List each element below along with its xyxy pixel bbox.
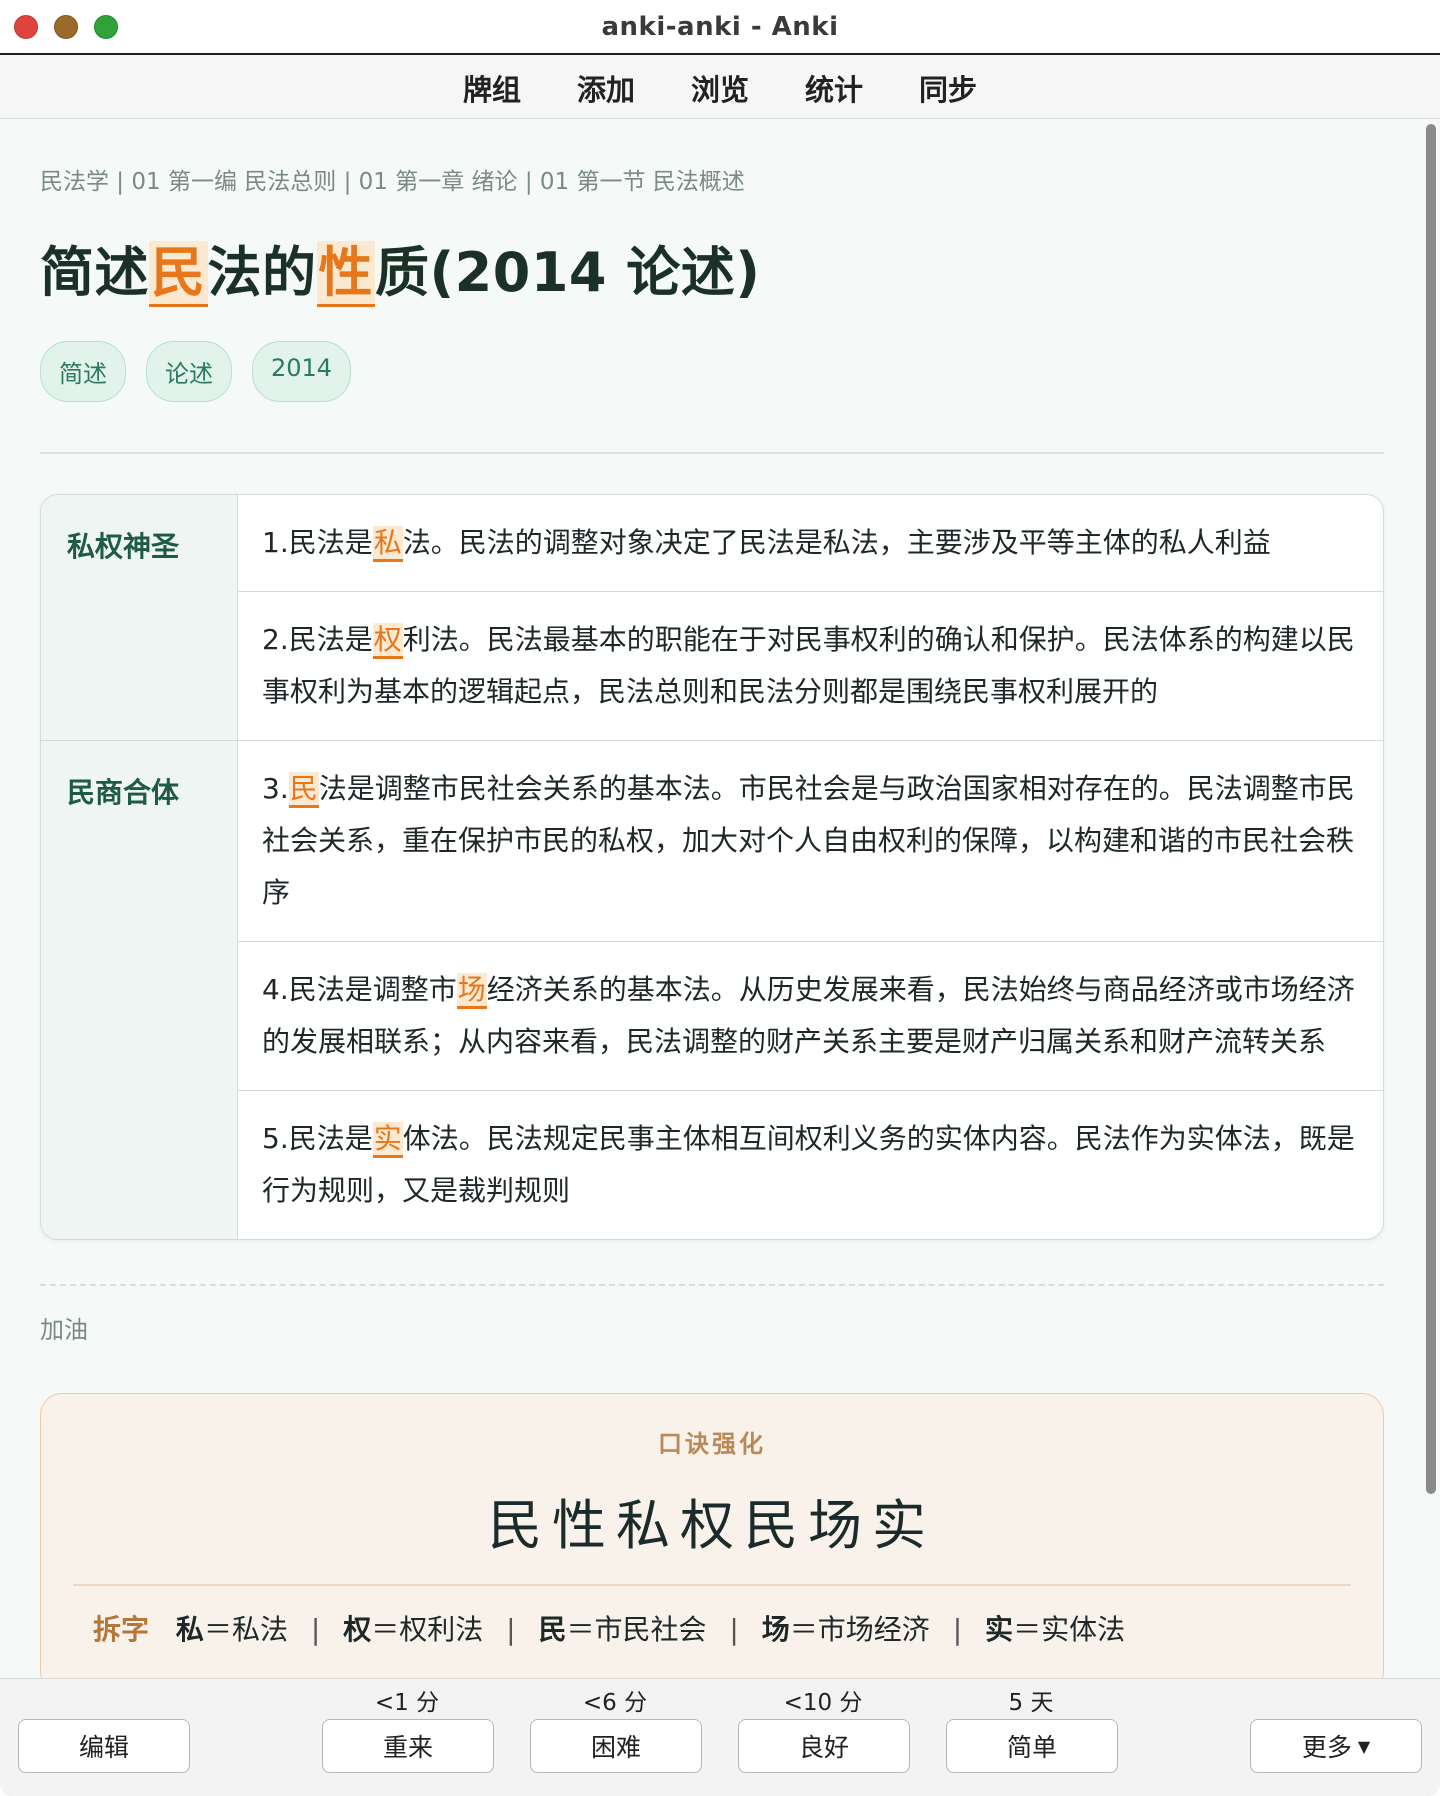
split-meaning: ＝权利法 [371,1613,484,1646]
row-text: 2.民法是 [262,623,373,656]
row-text: 法是调整市民社会关系的基本法。市民社会是与政治国家相对存在的。民法调整市民社会关… [262,772,1355,909]
table-row: 4.民法是调整市场经济关系的基本法。从历史发展来看，民法始终与商品经济或市场经济… [238,942,1383,1091]
easy-interval: 5 天 [1008,1690,1054,1716]
split-char: 场 [761,1613,790,1646]
mnemonic-label: 口诀强化 [658,1430,766,1458]
card-title: 简述民法的性质(2014 论述) [40,228,1384,307]
title-highlight: 民 [149,241,208,307]
breadcrumb: 民法学 | 01 第一编 民法总则 | 01 第一章 绪论 | 01 第一节 民… [40,169,745,195]
tag-list: 简述 论述 2014 [40,341,1384,402]
toolbar-decks[interactable]: 牌组 [435,67,549,109]
edit-button[interactable]: 编辑 [18,1719,190,1773]
row-text: 5.民法是 [262,1122,373,1155]
table-row: 5.民法是实体法。民法规定民事主体相互间权利义务的实体内容。民法作为实体法，既是… [238,1091,1383,1239]
more-label: 更多 [1301,1733,1352,1762]
split-separator: | [310,1613,321,1646]
tag-chip: 论述 [146,341,232,402]
good-interval: <10 分 [783,1690,863,1716]
mnemonic-split: 拆字 私＝私法 | 权＝权利法 | 民＝市民社会 | 场＝市场经济 | 实＝实体… [73,1608,1351,1648]
mnemonic-text: 民性私权民场实 [488,1494,936,1557]
split-separator: | [952,1613,963,1646]
split-meaning: ＝市场经济 [789,1613,930,1646]
hard-button[interactable]: 困难 [530,1719,702,1773]
tag-chip: 2014 [252,341,352,402]
anki-window: anki-anki - Anki 牌组 添加 浏览 统计 同步 民法学 | 01… [0,0,1440,1796]
table-row: 3.民法是调整市民社会关系的基本法。市民社会是与政治国家相对存在的。民法调整市民… [238,741,1383,942]
row-keyword: 民 [288,772,319,808]
row-text: 法。民法的调整对象决定了民法是私法，主要涉及平等主体的私人利益 [402,526,1271,559]
row-keyword: 场 [456,973,487,1009]
answer-bar: 编辑 <1 分 重来 <6 分 困难 <10 分 良好 5 天 简单 更多 ▼ [0,1678,1440,1796]
more-button[interactable]: 更多 ▼ [1250,1719,1422,1773]
caret-down-icon: ▼ [1357,1736,1371,1756]
good-button[interactable]: 良好 [738,1719,910,1773]
split-char: 权 [343,1613,372,1646]
split-label: 拆字 [93,1613,150,1646]
row-text: 利法。民法最基本的职能在于对民事权利的确认和保护。民法体系的构建以民事权利为基本… [262,623,1355,708]
group-label: 民商合体 [41,741,238,1239]
row-text: 1.民法是 [262,526,373,559]
zoom-window-button[interactable] [94,15,118,39]
window-title: anki-anki - Anki [601,11,839,42]
minimize-window-button[interactable] [54,15,78,39]
title-bar: anki-anki - Anki [0,0,1440,55]
toolbar-stats[interactable]: 统计 [777,67,891,109]
main-toolbar: 牌组 添加 浏览 统计 同步 [0,57,1440,119]
title-part: 质(2014 论述) [375,241,761,304]
split-meaning: ＝实体法 [1013,1613,1126,1646]
hard-interval: <6 分 [582,1690,648,1716]
split-char: 私 [175,1613,204,1646]
split-char: 民 [538,1613,567,1646]
dashed-divider [40,1284,1384,1286]
again-button[interactable]: 重来 [322,1719,494,1773]
title-part: 法的 [207,241,317,304]
close-window-button[interactable] [14,15,38,39]
row-text: 体法。民法规定民事主体相互间权利义务的实体内容。民法作为实体法，既是行为规则，又… [262,1122,1355,1207]
table-row: 2.民法是权利法。民法最基本的职能在于对民事权利的确认和保护。民法体系的构建以民… [238,592,1383,740]
title-highlight: 性 [316,241,375,307]
card-content: 民法学 | 01 第一编 民法总则 | 01 第一章 绪论 | 01 第一节 民… [0,120,1424,1678]
nature-table: 私权神圣 1.民法是私法。民法的调整对象决定了民法是私法，主要涉及平等主体的私人… [40,494,1384,1240]
row-keyword: 权 [372,623,403,659]
table-row: 1.民法是私法。民法的调整对象决定了民法是私法，主要涉及平等主体的私人利益 [238,495,1383,592]
again-interval: <1 分 [374,1690,440,1716]
split-separator: | [506,1613,516,1646]
toolbar-add[interactable]: 添加 [549,67,663,109]
table-group-private-rights: 私权神圣 1.民法是私法。民法的调整对象决定了民法是私法，主要涉及平等主体的私人… [41,495,1383,741]
window-controls [14,15,118,39]
cheer-text: 加油 [40,1316,88,1344]
title-part: 简述 [40,241,149,304]
split-char: 实 [985,1613,1014,1646]
split-meaning: ＝市民社会 [566,1613,707,1646]
row-keyword: 私 [372,526,403,562]
mnemonic-box: 口诀强化 民性私权民场实 拆字 私＝私法 | 权＝权利法 | 民＝市民社会 | … [40,1393,1384,1678]
row-text: 4.民法是调整市 [262,973,457,1006]
content-scrollbar[interactable] [1426,124,1436,1494]
row-text: 3. [262,772,289,805]
row-keyword: 实 [372,1122,403,1158]
split-meaning: ＝私法 [203,1613,288,1646]
toolbar-sync[interactable]: 同步 [891,67,1005,109]
group-label: 私权神圣 [41,495,238,740]
mnemonic-divider [73,1584,1351,1586]
section-divider [40,452,1384,454]
table-group-civil-commercial: 民商合体 3.民法是调整市民社会关系的基本法。市民社会是与政治国家相对存在的。民… [41,741,1383,1239]
tag-chip: 简述 [40,341,126,402]
easy-button[interactable]: 简单 [946,1719,1118,1773]
toolbar-browse[interactable]: 浏览 [663,67,777,109]
split-separator: | [729,1613,739,1646]
